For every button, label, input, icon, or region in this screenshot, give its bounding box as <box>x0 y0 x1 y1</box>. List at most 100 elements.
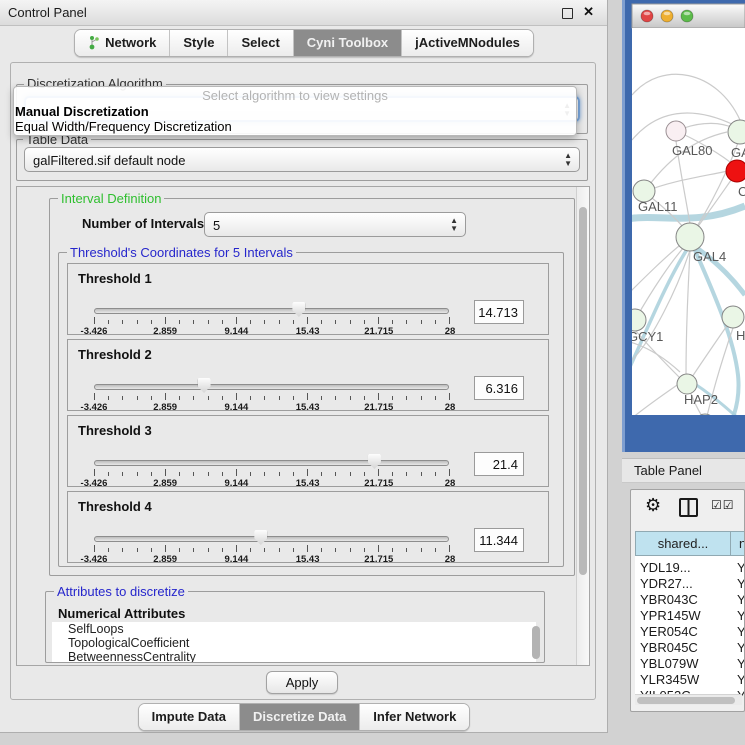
cell-shared-name: YPR145W <box>640 608 701 623</box>
algorithm-dropdown-popup: Select algorithm to view settings Manual… <box>13 86 577 136</box>
tick-mark <box>165 317 166 324</box>
tick-mark <box>193 472 194 476</box>
tab-network[interactable]: Network <box>75 30 170 56</box>
thresholds-group: Threshold's Coordinates for 5 Intervals … <box>58 252 564 567</box>
tick-mark <box>108 472 109 476</box>
threshold-panel: Threshold 1 -3.4262.8599.14415.4321.7152… <box>67 263 549 335</box>
gear-icon[interactable]: ⚙ <box>645 495 661 516</box>
tab-infer-network[interactable]: Infer Network <box>360 704 469 730</box>
tick-label: 9.144 <box>225 478 249 489</box>
node-label: GAL4 <box>693 249 726 264</box>
threshold-value-field[interactable]: 14.713 <box>474 300 524 324</box>
attribute-item[interactable]: SelfLoops <box>52 622 536 636</box>
cell-name: YER0 <box>737 624 745 639</box>
slider-track[interactable] <box>94 308 449 314</box>
tick-label: -3.426 <box>81 478 108 489</box>
table-row[interactable]: YBR045CYBR0 <box>635 640 745 656</box>
table-row[interactable]: YLR345WYLR3 <box>635 672 745 688</box>
node-selected-red[interactable] <box>726 160 745 182</box>
cell-shared-name: YDR27... <box>640 576 693 591</box>
tab-discretize-data[interactable]: Discretize Data <box>240 704 360 730</box>
tick-mark <box>335 320 336 324</box>
cell-shared-name: YBL079W <box>640 656 699 671</box>
number-of-intervals-combo[interactable]: 5 ▲▼ <box>204 212 466 237</box>
threshold-value-field[interactable]: 21.4 <box>474 452 524 476</box>
slider-thumb[interactable] <box>292 302 305 317</box>
tab-label: Select <box>241 35 279 50</box>
tick-mark <box>94 393 95 400</box>
slider-tick-labels: -3.4262.8599.14415.4321.71528 <box>94 478 450 490</box>
float-window-icon[interactable] <box>562 8 573 19</box>
tick-label: 21.715 <box>364 326 393 337</box>
slider-track[interactable] <box>94 536 449 542</box>
node-label: C <box>738 184 745 199</box>
column-header-name[interactable]: na <box>730 531 745 556</box>
tick-mark <box>193 320 194 324</box>
table-data-combo[interactable]: galFiltered.sif default node ▲▼ <box>24 147 580 172</box>
tick-mark <box>108 320 109 324</box>
horizontal-scrollbar[interactable] <box>635 694 742 705</box>
node-label: HAP2 <box>684 392 718 407</box>
tick-mark <box>250 548 251 552</box>
tick-mark <box>392 396 393 400</box>
threshold-panel: Threshold 2 -3.4262.8599.14415.4321.7152… <box>67 339 549 411</box>
slider-thumb[interactable] <box>368 454 381 469</box>
attributes-scrollbar-thumb[interactable] <box>532 626 540 659</box>
slider-track[interactable] <box>94 384 449 390</box>
tick-mark <box>264 472 265 476</box>
tick-mark <box>421 548 422 552</box>
tick-label: 15.43 <box>296 326 320 337</box>
slider-thumb[interactable] <box>198 378 211 393</box>
table-row[interactable]: YDL19...YDL1 <box>635 560 745 576</box>
apply-button[interactable]: Apply <box>266 671 338 694</box>
node-h[interactable] <box>722 306 744 328</box>
tick-mark <box>165 545 166 552</box>
checkbox-icons[interactable]: ☑☑ <box>711 498 735 512</box>
tick-mark <box>165 393 166 400</box>
tick-mark <box>264 396 265 400</box>
tab-style[interactable]: Style <box>170 30 228 56</box>
close-icon[interactable]: ✕ <box>583 4 594 20</box>
algorithm-option-manual[interactable]: Manual Discretization <box>14 104 576 119</box>
attribute-item[interactable]: BetweennessCentrality <box>52 650 536 662</box>
threshold-value-field[interactable]: 6.316 <box>474 376 524 400</box>
threshold-value-field[interactable]: 11.344 <box>474 528 524 552</box>
tick-mark <box>406 548 407 552</box>
tick-mark <box>208 396 209 400</box>
table-row[interactable]: YDR27...YDR2 <box>635 576 745 592</box>
tick-mark <box>321 548 322 552</box>
slider-ticks <box>94 545 450 553</box>
table-row[interactable]: YBL079WYBL0 <box>635 656 745 672</box>
tick-mark <box>236 317 237 324</box>
algorithm-option-equal-width[interactable]: Equal Width/Frequency Discretization <box>14 119 576 134</box>
tab-select[interactable]: Select <box>228 30 293 56</box>
node-hap2[interactable] <box>677 374 697 394</box>
tab-jactivemnodules[interactable]: jActiveMNodules <box>402 30 533 56</box>
tick-mark <box>279 548 280 552</box>
vertical-scrollbar[interactable] <box>576 187 589 665</box>
tab-cyni-toolbox[interactable]: Cyni Toolbox <box>294 30 402 56</box>
tick-mark <box>378 469 379 476</box>
table-row[interactable]: YPR145WYPR1 <box>635 608 745 624</box>
table-row[interactable]: YER054CYER0 <box>635 624 745 640</box>
horizontal-scrollbar-thumb[interactable] <box>637 697 735 704</box>
column-header-shared-name[interactable]: shared... <box>635 531 731 556</box>
slider-track[interactable] <box>94 460 449 466</box>
tick-mark <box>137 320 138 324</box>
node-label: GAL80 <box>672 143 712 158</box>
table-row[interactable]: YBR043CYBR0 <box>635 592 745 608</box>
tick-mark <box>421 396 422 400</box>
node-gal4[interactable] <box>676 223 704 251</box>
node-gal80[interactable] <box>666 121 686 141</box>
tick-mark <box>122 320 123 324</box>
cell-name: YBR0 <box>737 640 745 655</box>
attribute-item[interactable]: TopologicalCoefficient <box>52 636 536 650</box>
slider-thumb[interactable] <box>254 530 267 545</box>
tick-mark <box>108 396 109 400</box>
vertical-scrollbar-thumb[interactable] <box>579 207 587 575</box>
tick-label: 28 <box>445 402 456 413</box>
tick-mark <box>435 472 436 476</box>
tab-impute-data[interactable]: Impute Data <box>139 704 240 730</box>
numerical-attributes-list[interactable]: SelfLoopsTopologicalCoefficientBetweenne… <box>52 622 536 662</box>
split-columns-icon[interactable] <box>679 498 698 517</box>
